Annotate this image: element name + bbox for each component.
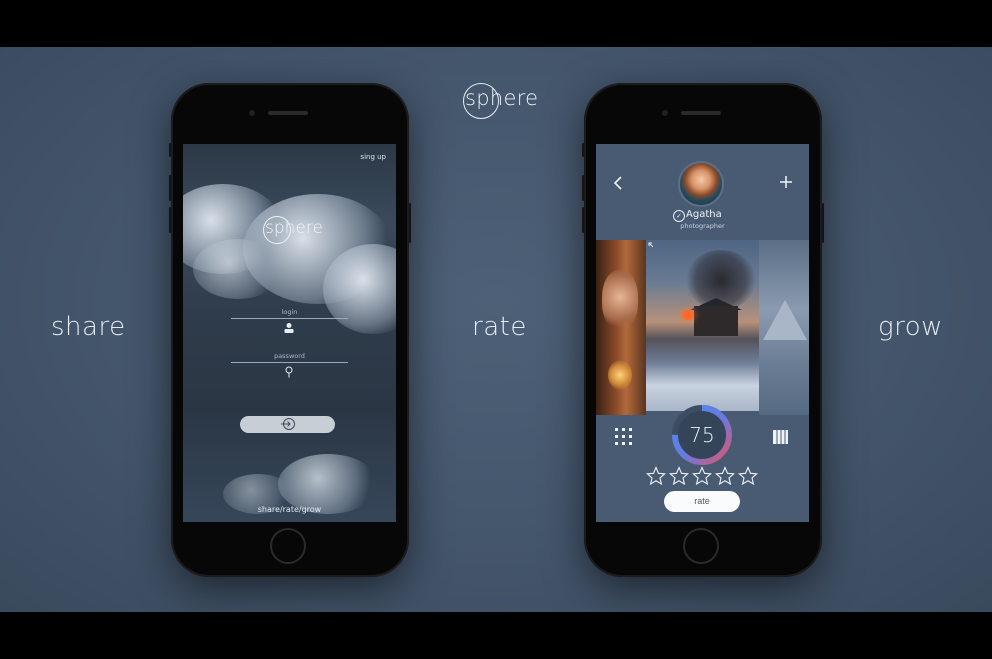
star-icon[interactable] xyxy=(646,466,666,486)
password-field[interactable] xyxy=(231,362,348,363)
user-role: photographer xyxy=(680,222,725,230)
showcase-canvas: share rate grow sphere sing up sphere lo… xyxy=(0,47,992,612)
login-field[interactable] xyxy=(231,318,348,319)
star-rating[interactable] xyxy=(646,466,761,486)
star-icon[interactable] xyxy=(715,466,735,486)
rate-screen: ✓ Agatha photographer 75 rate xyxy=(596,144,809,522)
avatar[interactable] xyxy=(678,161,724,207)
front-camera xyxy=(662,110,668,116)
score-value: 75 xyxy=(689,423,715,447)
verified-icon: ✓ xyxy=(673,210,685,222)
photo-card-prev[interactable] xyxy=(596,240,646,415)
photo-card-current[interactable] xyxy=(646,240,759,411)
key-icon xyxy=(283,366,295,378)
grid-icon[interactable] xyxy=(615,428,633,446)
brand-logo: sphere xyxy=(463,83,538,123)
app-logo: sphere xyxy=(263,216,323,248)
footer-slogan: share/rate/grow xyxy=(257,505,322,514)
password-label: password xyxy=(274,352,305,360)
earpiece xyxy=(268,111,308,115)
home-button[interactable] xyxy=(683,528,719,564)
enter-icon xyxy=(240,416,335,433)
signup-link[interactable]: sing up xyxy=(360,153,386,161)
rate-button[interactable]: rate xyxy=(664,491,740,512)
login-label: login xyxy=(281,308,298,316)
user-icon xyxy=(283,322,295,334)
expand-icon[interactable] xyxy=(648,242,658,252)
gallery-icon[interactable] xyxy=(772,428,789,446)
phone-login: sing up sphere login password share/rate… xyxy=(169,83,411,577)
brand-wordmark: sphere xyxy=(465,86,539,110)
photo-card-next[interactable] xyxy=(759,240,809,415)
star-icon[interactable] xyxy=(738,466,758,486)
login-screen: sing up sphere login password share/rate… xyxy=(183,144,396,522)
tagline-rate: rate xyxy=(472,312,527,342)
tagline-share: share xyxy=(51,312,126,342)
phone-rate: ✓ Agatha photographer 75 rate xyxy=(582,83,824,577)
back-icon[interactable] xyxy=(610,174,626,194)
user-name: Agatha xyxy=(686,209,722,220)
front-camera xyxy=(249,110,255,116)
star-icon[interactable] xyxy=(692,466,712,486)
home-button[interactable] xyxy=(270,528,306,564)
tagline-grow: grow xyxy=(878,312,943,342)
earpiece xyxy=(681,111,721,115)
star-icon[interactable] xyxy=(669,466,689,486)
plus-icon[interactable] xyxy=(777,172,795,194)
login-button[interactable] xyxy=(240,416,335,433)
